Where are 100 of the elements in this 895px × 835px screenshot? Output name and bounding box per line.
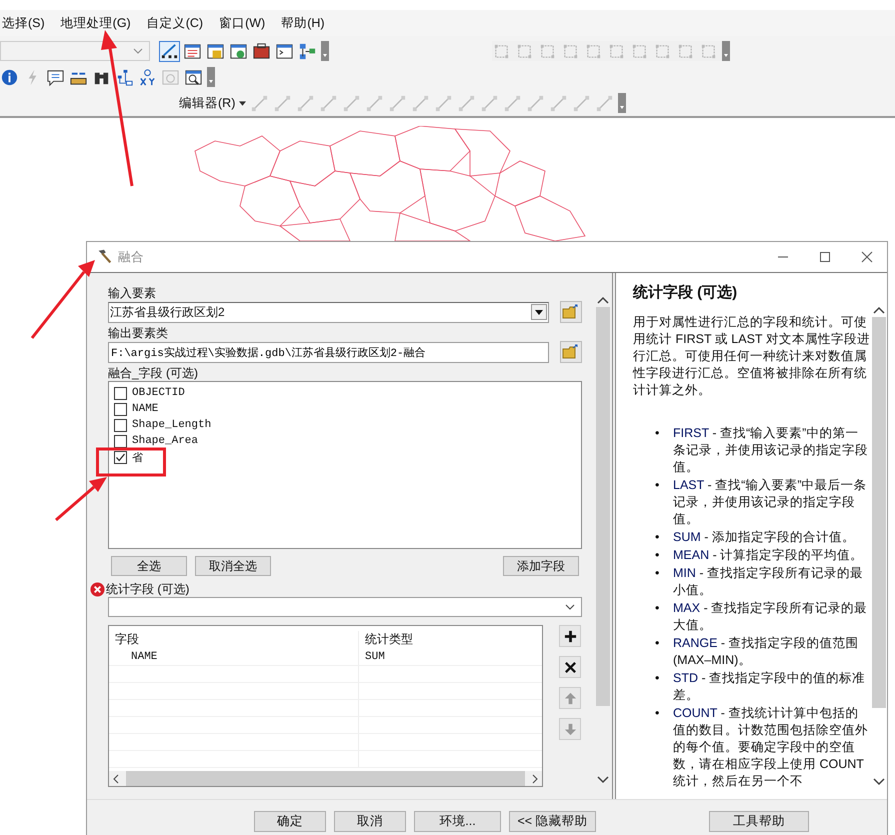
statistics-field-dropdown[interactable] (108, 597, 582, 617)
help-list-item: • MEAN - 计算指定字段的平均值。 (655, 547, 864, 564)
column-header: 字段 (109, 631, 359, 648)
edit-tool-icon[interactable] (503, 94, 522, 112)
edit-tool-icon[interactable] (595, 94, 614, 112)
edit-tool-icon[interactable] (526, 94, 546, 112)
cross-icon (564, 660, 576, 674)
catalog-window-icon[interactable] (206, 42, 225, 60)
checkbox[interactable] (114, 434, 127, 448)
info-icon[interactable] (0, 68, 19, 86)
scroll-down-icon[interactable] (872, 778, 884, 786)
help-list-item: • RANGE - 查找指定字段的值范围 (MAX–MIN)。 (655, 635, 860, 669)
zoom-window-icon[interactable] (184, 68, 203, 86)
field-label: 输入要素 (108, 285, 157, 301)
edit-tool-icon[interactable] (549, 94, 568, 112)
checkbox[interactable] (114, 450, 127, 464)
dialog-button[interactable]: 环境... (414, 810, 501, 832)
maximize-icon[interactable] (819, 251, 831, 263)
help-list-item: • STD - 查找指定字段中的值的标准差。 (655, 670, 866, 704)
edit-tool-icon[interactable] (480, 94, 500, 112)
help-title: 统计字段 (可选) (633, 283, 738, 302)
scroll-up-icon[interactable] (596, 296, 608, 304)
plus-button[interactable] (559, 625, 581, 647)
checkbox[interactable] (114, 402, 127, 416)
scroll-right-icon[interactable] (531, 774, 539, 784)
field-label: 输出要素类 (108, 325, 169, 341)
help-list-item: • SUM - 添加指定字段的合计值。 (655, 529, 856, 546)
field-name: Shape_Length (132, 419, 212, 431)
edit-tool-icon[interactable] (388, 94, 408, 112)
table-cell-text: SUM (364, 650, 386, 664)
edit-tool-icon[interactable] (434, 94, 454, 112)
menu-item[interactable]: 帮助(H) (279, 14, 333, 32)
window-title: 融合 (118, 248, 144, 266)
up-icon (564, 692, 576, 704)
help-list-item: • LAST - 查找“输入要素”中最后一条记录，并使用该记录的指定字段值。 (655, 477, 868, 528)
open-folder-icon[interactable] (560, 341, 582, 363)
edit-tool-icon[interactable] (273, 94, 292, 112)
checkbox[interactable] (114, 418, 127, 432)
help-list-item: • FIRST - 查找“输入要素”中的第一条记录，并使用该记录的指定字段值。 (655, 425, 869, 476)
help-list-item: • COUNT - 查找统计计算中包括的值的数目。计数范围包括除空值外的每个值。要确定字段中的空值数，请在相应字段上使用 COUNT 统计，然后在另一个不 (655, 705, 869, 790)
open-folder-icon[interactable] (560, 301, 582, 323)
field-name: NAME (132, 403, 158, 415)
plus-icon (564, 630, 576, 642)
help-list-item: • MIN - 查找指定字段所有记录的最小值。 (655, 565, 864, 599)
annotation-arrow (55, 477, 107, 522)
menu-item[interactable]: 选择(S) (0, 14, 53, 32)
input-dropdown[interactable]: 江苏省县级行政区划2 (108, 302, 549, 322)
help-list-item: • MAX - 查找指定字段所有记录的最大值。 (655, 600, 868, 634)
xy-locate-icon[interactable] (138, 68, 157, 86)
globe-window-icon[interactable] (229, 42, 248, 60)
field-name: OBJECTID (132, 387, 185, 399)
edit-tool-icon[interactable] (365, 94, 384, 112)
edit-tool-icon[interactable] (296, 94, 316, 112)
table-cell: NAME (109, 648, 359, 665)
menu-item[interactable]: 自定义(C) (144, 14, 212, 32)
field-name: Shape_Area (132, 435, 198, 447)
close-icon[interactable] (861, 251, 873, 263)
edit-tool-icon[interactable] (319, 94, 338, 112)
caret-icon (239, 100, 246, 106)
cross-button[interactable] (559, 656, 581, 678)
field-label: 统计字段 (可选) (106, 581, 190, 597)
list-button[interactable]: 取消全选 (195, 556, 271, 576)
toolbar-options-icon[interactable] (321, 41, 329, 61)
scroll-up-icon[interactable] (872, 306, 884, 314)
edit-tool-icon[interactable] (250, 94, 270, 112)
toolbar-options-icon[interactable] (722, 41, 730, 61)
scroll-down-icon[interactable] (596, 776, 608, 784)
dialog-button[interactable]: << 隐藏帮助 (509, 810, 596, 832)
output-path-field[interactable]: F:\argis实战过程\实验数据.gdb\江苏省县级行政区划2-融合 (108, 342, 549, 362)
edit-tool-icon[interactable] (411, 94, 430, 112)
edit-tool-icon[interactable] (457, 94, 476, 112)
highlight-frame (96, 448, 166, 476)
add-field-button[interactable]: 添加字段 (503, 556, 579, 576)
menu-item[interactable]: 地理处理(G) (58, 14, 139, 32)
edit-tool-icon[interactable] (572, 94, 592, 112)
chevron-down-icon (565, 604, 575, 610)
down-icon (564, 722, 576, 736)
list-button[interactable]: 全选 (111, 556, 187, 576)
chevron-down-icon (133, 48, 143, 54)
dialog-button[interactable]: 确定 (254, 810, 326, 832)
python-window-icon[interactable] (275, 42, 294, 60)
horizontal-scrollbar[interactable] (109, 771, 542, 786)
callout-icon[interactable] (46, 68, 65, 86)
toolbar-options-icon[interactable] (618, 93, 626, 113)
field-name: 省 (132, 451, 143, 464)
dialog-button[interactable]: 取消 (334, 810, 406, 832)
table-window-icon[interactable] (183, 42, 202, 60)
layer-dropdown[interactable] (0, 41, 150, 61)
model-builder-icon[interactable] (298, 42, 317, 60)
column-header: 统计类型 (364, 631, 414, 648)
field-label: 融合_字段 (可选) (108, 365, 199, 381)
editor-menu[interactable]: 编辑器(R) (179, 94, 236, 112)
toolbox-icon[interactable] (252, 42, 271, 60)
tool-help-button[interactable]: 工具帮助 (709, 810, 809, 832)
menu-item[interactable]: 窗口(W) (217, 14, 274, 32)
edit-tool-icon[interactable] (342, 94, 362, 112)
route-icon[interactable] (115, 68, 134, 86)
scroll-left-icon[interactable] (112, 774, 120, 784)
checkbox[interactable] (114, 386, 127, 400)
sketch-tool-icon[interactable] (160, 42, 179, 60)
